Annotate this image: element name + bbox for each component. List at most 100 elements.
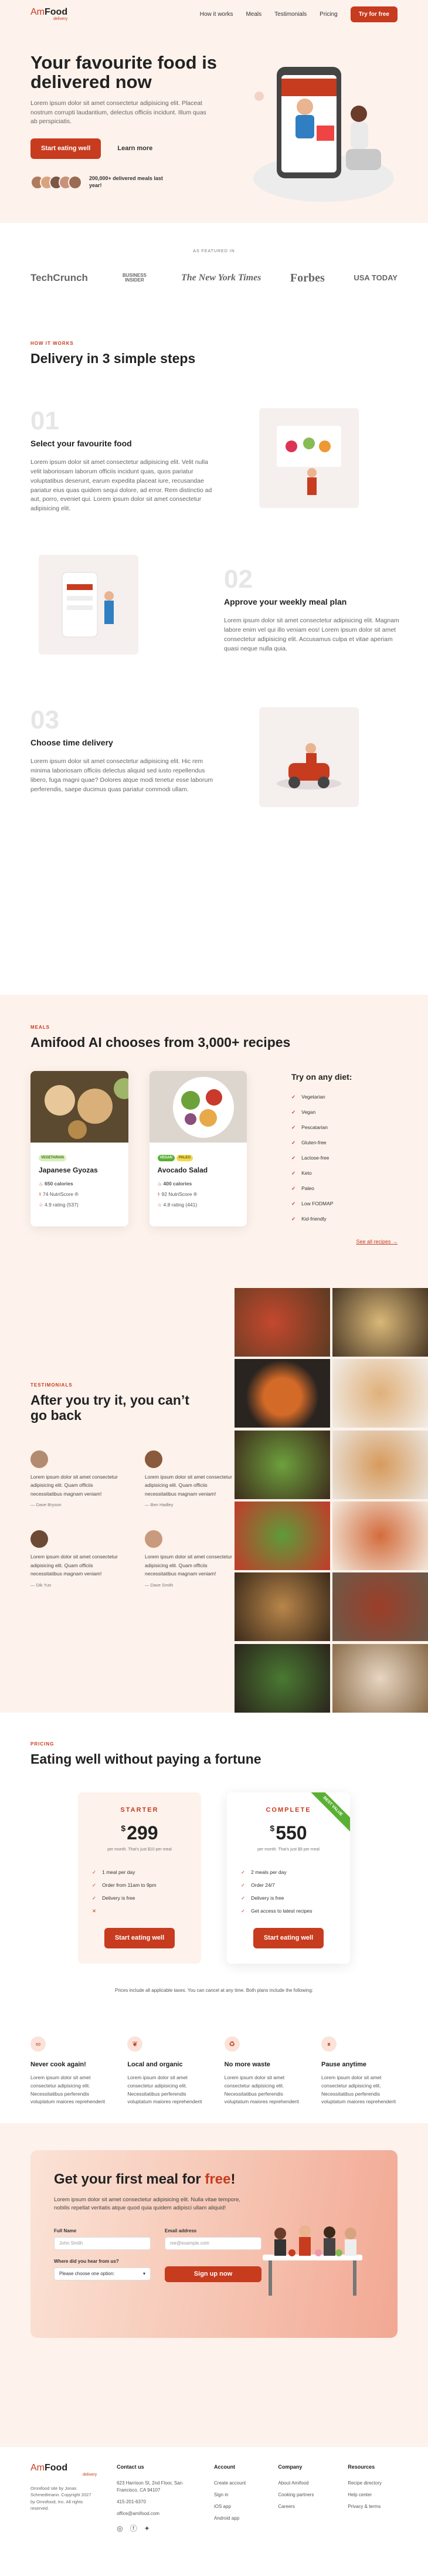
star-icon: ☆ [39, 1201, 43, 1208]
phone-link[interactable]: 415-201-6370 [117, 2499, 194, 2506]
footer-link[interactable]: iOS app [214, 2503, 258, 2510]
diet-item: ✓ Vegan [291, 1109, 316, 1116]
how-it-works: HOW IT WORKS Delivery in 3 simple steps … [0, 323, 428, 995]
gallery-image [235, 1430, 330, 1499]
meal-tag: VEGAN [157, 1154, 175, 1161]
footer-link[interactable]: Android app [214, 2515, 258, 2522]
learn-more-button[interactable]: Learn more [107, 138, 163, 159]
nav-testimonials[interactable]: Testimonials [274, 10, 307, 19]
check-icon: ✓ [291, 1155, 296, 1161]
check-icon: ✓ [291, 1140, 296, 1146]
footer-link[interactable]: Sign in [214, 2492, 258, 2499]
check-icon: ✓ [241, 1869, 246, 1876]
meal-card[interactable]: VEGAN PALEO Avocado Salad ♨ 400 calories … [149, 1071, 247, 1227]
featured-in: AS FEATURED IN TechCrunch BUSINESS INSID… [0, 223, 428, 323]
dining-illustration [263, 2225, 362, 2296]
check-icon: ✓ [291, 1124, 296, 1131]
meal-rating: 4.9 rating (537) [45, 1201, 79, 1208]
nav-pricing[interactable]: Pricing [320, 10, 338, 19]
press-logo-business-insider: BUSINESS INSIDER [122, 272, 147, 283]
plan-feature: ✓ Order 24/7 [241, 1882, 275, 1889]
testimonial: Lorem ipsum dolor sit amet consectetur a… [30, 1530, 120, 1588]
signup-title: Get your first meal for free! [54, 2171, 236, 2187]
meals-title: Amifood AI chooses from 3,000+ recipes [30, 1035, 291, 1050]
steps-eyebrow: HOW IT WORKS [30, 341, 74, 346]
nav-meals[interactable]: Meals [246, 10, 261, 19]
check-icon: ✓ [241, 1908, 246, 1914]
feature: ∞ Never cook again! Lorem ipsum dolor sit … [30, 2036, 107, 2106]
facebook-icon[interactable]: ⓕ [130, 2523, 137, 2534]
footer-link[interactable]: Create account [214, 2480, 258, 2487]
footer-link[interactable]: Cooking partners [278, 2492, 328, 2499]
step-title: Choose time delivery [30, 738, 113, 748]
plan-starter: STARTER $299 per month. That's just $10 … [78, 1792, 201, 1964]
footer: AmFood delivery Omnifood site by Jonas Sc… [0, 2447, 428, 2576]
plan-price: $299 [121, 1822, 158, 1843]
testimonial: Lorem ipsum dolor sit amet consectetur a… [145, 1530, 235, 1588]
instagram-icon[interactable]: ◎ [117, 2523, 123, 2534]
footer-link[interactable]: Privacy & terms [348, 2503, 398, 2510]
diet-item: ✓ Paleo [291, 1185, 314, 1192]
check-icon: ✓ [291, 1185, 296, 1192]
testimonials-eyebrow: TESTIMONIALS [30, 1382, 73, 1388]
start-eating-button[interactable]: Start eating well [253, 1928, 324, 1948]
pricing-fineprint: Prices include all applicable taxes. You… [115, 1987, 313, 1993]
nav-menu: How it works Meals Testimonials Pricing … [200, 6, 398, 22]
footer-link[interactable]: Recipe directory [348, 2480, 398, 2487]
flame-icon: ♨ [39, 1181, 43, 1187]
gallery-image [235, 1643, 330, 1713]
press-logo-forbes: Forbes [290, 271, 325, 284]
plan-feature: ✓ 2 meals per day [241, 1869, 287, 1876]
step-title: Select your favourite food [30, 439, 132, 449]
footer-logo[interactable]: AmFood delivery [30, 2463, 97, 2477]
meal-rating: 4.8 rating (441) [163, 1201, 198, 1208]
footer-link[interactable]: Help center [348, 2492, 398, 2499]
avatar [30, 1530, 48, 1548]
chevron-down-icon: ▾ [142, 2271, 145, 2277]
meal-tag: VEGETARIAN [39, 1154, 66, 1161]
meal-card[interactable]: VEGETARIAN Japanese Gyozas ♨ 650 calorie… [30, 1071, 128, 1227]
gallery-image [235, 1288, 330, 1357]
check-icon: ✓ [241, 1882, 246, 1889]
step-text: Lorem ipsum dolor sit amet consectetur a… [30, 459, 212, 513]
start-eating-button[interactable]: Start eating well [30, 138, 101, 159]
footer-link[interactable]: About Amifood [278, 2480, 328, 2487]
plan-feature: ✓ 1 meal per day [92, 1869, 135, 1876]
plan-feature: ✓ Delivery is free [92, 1895, 135, 1902]
try-free-button[interactable]: Try for free [350, 6, 398, 22]
feature: ♻ No more waste Lorem ipsum dolor sit amet… [224, 2036, 301, 2106]
diet-item: ✓ Lactose-free [291, 1155, 330, 1161]
featured-label: AS FEATURED IN [193, 249, 235, 253]
start-eating-button[interactable]: Start eating well [104, 1928, 175, 1948]
see-all-recipes-link[interactable]: See all recipes → [30, 1238, 398, 1246]
press-logo-techcrunch: TechCrunch [30, 272, 88, 283]
pause-icon: ⏸ [321, 2036, 337, 2052]
step-2: 02 Approve your weekly meal plan Lorem i… [30, 555, 399, 707]
press-logo-nyt: The New York Times [181, 272, 261, 283]
source-select[interactable]: Please choose one option: ▾ [54, 2267, 151, 2281]
email-input[interactable]: me@example.com [165, 2237, 261, 2250]
full-name-input[interactable]: John Smith [54, 2237, 151, 2250]
diet-item: ✓ Gluten-free [291, 1140, 327, 1146]
step-number: 01 [30, 406, 59, 436]
gallery-image [332, 1288, 428, 1357]
check-icon: ✓ [291, 1170, 296, 1177]
meal-nutriscore: 74 NutriScore ® [42, 1191, 79, 1198]
diet-list: Try on any diet: ✓ Vegetarian ✓ Vegan ✓ Pes… [291, 1071, 398, 1226]
recycle-icon: ♻ [224, 2036, 240, 2052]
step-title: Approve your weekly meal plan [224, 597, 347, 607]
served-strip: 200,000+ delivered meals last year! [30, 175, 224, 189]
meal-name: Japanese Gyozas [39, 1166, 98, 1175]
diet-title: Try on any diet: [291, 1072, 352, 1082]
sign-up-button[interactable]: Sign up now [165, 2266, 261, 2282]
feature: ⏸ Pause anytime Lorem ipsum dolor sit amet… [321, 2036, 398, 2106]
diet-item: ✓ Keto [291, 1170, 312, 1177]
nav-how-it-works[interactable]: How it works [200, 10, 233, 19]
twitter-icon[interactable]: ✦ [144, 2523, 150, 2534]
plan-complete: BEST VALUE COMPLETE $550 per month. That… [227, 1792, 350, 1964]
gallery-image [235, 1572, 330, 1642]
logo[interactable]: AmFood delivery [30, 7, 67, 21]
avatar [145, 1450, 162, 1468]
email-link[interactable]: office@amifood.com [117, 2510, 194, 2517]
footer-link[interactable]: Careers [278, 2503, 328, 2510]
